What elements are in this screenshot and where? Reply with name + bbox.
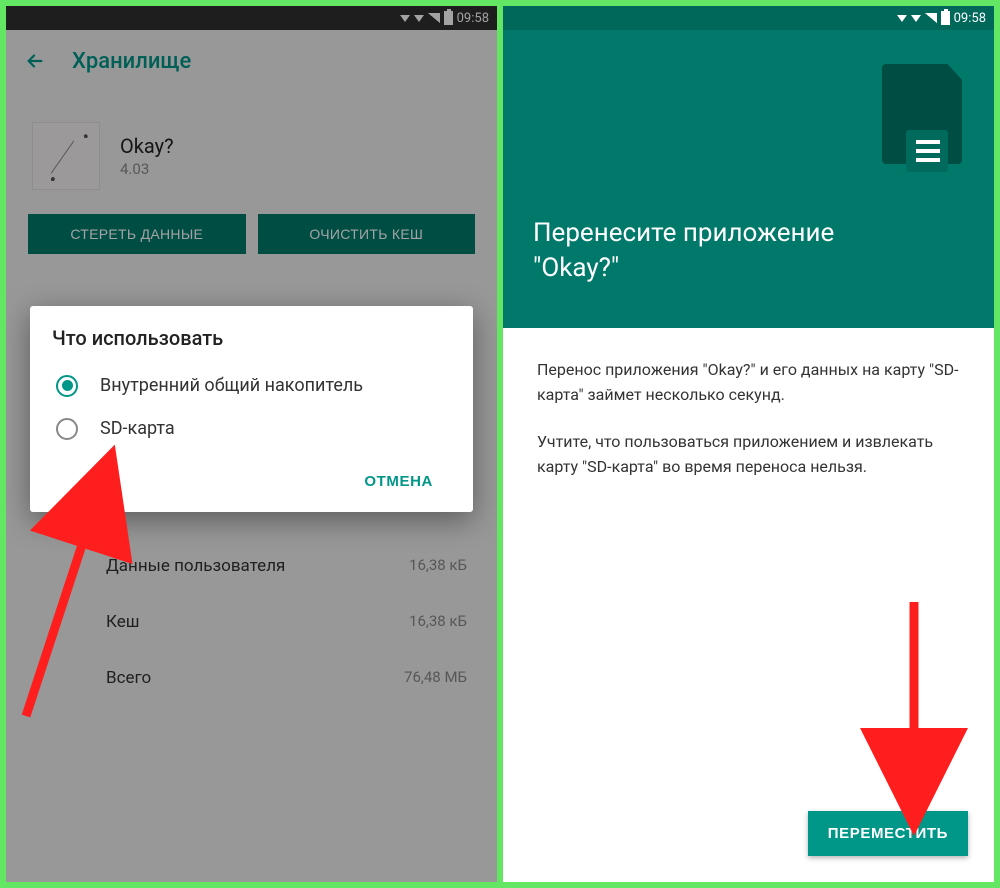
storage-dialog: Что использовать Внутренний общий накопи… <box>30 306 473 512</box>
row-label: Кеш <box>106 612 139 632</box>
cancel-button[interactable]: ОТМЕНА <box>354 465 443 498</box>
move-title: Перенесите приложение "Okay?" <box>533 216 913 286</box>
move-paragraph: Перенос приложения "Okay?" и его данных … <box>537 358 960 408</box>
dropdown-icon <box>897 15 907 22</box>
row-value: 16,38 кБ <box>409 556 467 576</box>
radio-label: Внутренний общий накопитель <box>100 374 363 397</box>
signal-icon <box>925 13 937 23</box>
status-bar: 09:58 <box>503 6 994 30</box>
radio-icon <box>56 418 78 440</box>
clear-cache-button[interactable]: ОЧИСТИТЬ КЕШ <box>258 214 476 254</box>
radio-internal[interactable]: Внутренний общий накопитель <box>52 364 451 407</box>
radio-sdcard[interactable]: SD-карта <box>52 407 451 450</box>
move-paragraph: Учтите, что пользоваться приложением и и… <box>537 430 960 480</box>
screenshot-pair: 09:58 Хранилище Okay? 4.03 СТЕРЕТЬ ДАННЫ… <box>0 0 1000 888</box>
sd-card-icon <box>866 64 962 182</box>
app-version: 4.03 <box>120 160 174 178</box>
clear-data-button[interactable]: СТЕРЕТЬ ДАННЫЕ <box>28 214 246 254</box>
dropdown-icon <box>400 15 410 22</box>
status-time: 09:58 <box>954 11 986 26</box>
dialog-title: Что использовать <box>52 326 451 350</box>
move-button[interactable]: ПЕРЕМЕСТИТЬ <box>808 811 968 856</box>
toolbar: Хранилище <box>6 30 497 92</box>
annotation-arrow <box>874 602 954 812</box>
page-title: Хранилище <box>72 49 191 74</box>
action-buttons: СТЕРЕТЬ ДАННЫЕ ОЧИСТИТЬ КЕШ <box>6 208 497 268</box>
row-label: Всего <box>106 668 151 688</box>
list-item: Кеш 16,38 кБ <box>6 594 497 650</box>
row-value: 16,38 кБ <box>409 612 467 632</box>
storage-list: Данные пользователя 16,38 кБ Кеш 16,38 к… <box>6 538 497 706</box>
left-screen: 09:58 Хранилище Okay? 4.03 СТЕРЕТЬ ДАННЫ… <box>6 6 497 882</box>
status-bar: 09:58 <box>6 6 497 30</box>
battery-icon <box>941 11 950 25</box>
radio-icon <box>56 375 78 397</box>
radio-label: SD-карта <box>100 417 175 440</box>
row-value: 76,48 МБ <box>404 668 467 688</box>
list-item: Данные пользователя 16,38 кБ <box>6 538 497 594</box>
app-name: Okay? <box>120 134 174 158</box>
dropdown-icon <box>911 15 921 22</box>
battery-icon <box>444 11 453 25</box>
signal-icon <box>428 13 440 23</box>
list-item: Всего 76,48 МБ <box>6 650 497 706</box>
status-time: 09:58 <box>457 11 489 26</box>
back-arrow-icon[interactable] <box>24 50 46 72</box>
row-label: Данные пользователя <box>106 556 285 576</box>
app-icon <box>32 122 100 190</box>
app-header: Okay? 4.03 <box>32 122 471 190</box>
dropdown-icon <box>414 15 424 22</box>
move-body: Перенос приложения "Okay?" и его данных … <box>503 328 994 531</box>
right-screen: 09:58 Перенесите приложение "Okay?" Пере… <box>503 6 994 882</box>
move-header: Перенесите приложение "Okay?" <box>503 30 994 328</box>
